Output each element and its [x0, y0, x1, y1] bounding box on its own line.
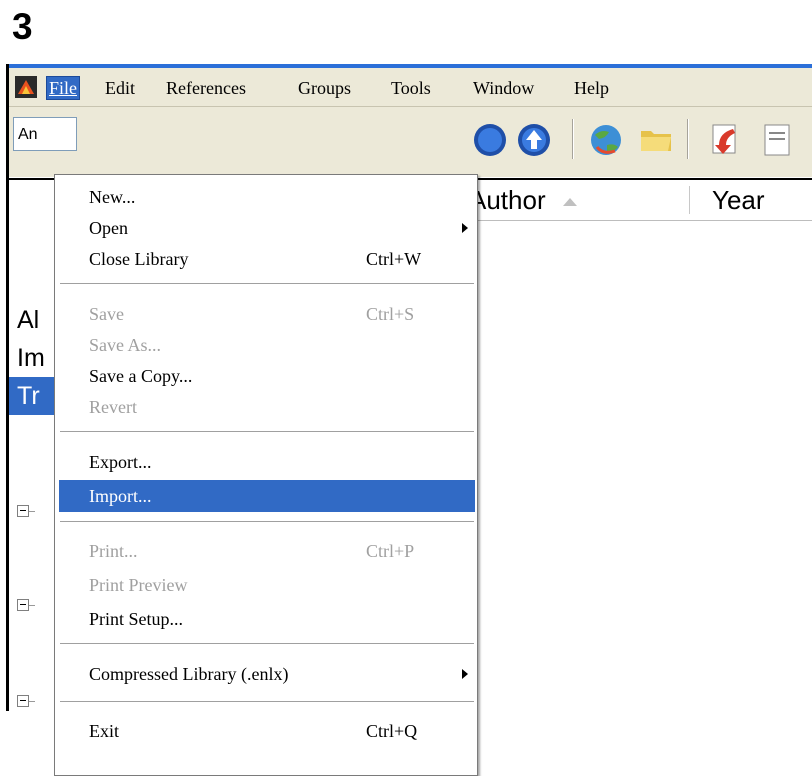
menu-new[interactable]: New...	[59, 181, 475, 213]
menu-file[interactable]: File	[45, 76, 81, 100]
column-author[interactable]: Author	[469, 180, 577, 220]
menu-close-library-label: Close Library	[89, 249, 189, 269]
open-folder-icon[interactable]	[637, 121, 675, 159]
menu-print-setup-label: Print Setup...	[89, 609, 184, 629]
menu-compressed-library[interactable]: Compressed Library (.enlx)	[59, 658, 475, 690]
file-menu-dropdown: New... Open Close Library Ctrl+W Save Ct…	[54, 174, 478, 776]
column-year[interactable]: Year	[712, 180, 765, 220]
go-back-icon[interactable]	[471, 121, 509, 159]
menu-edit[interactable]: Edit	[103, 77, 137, 99]
menu-print-label: Print...	[89, 541, 138, 561]
output-style-select[interactable]: An	[13, 117, 77, 151]
step-number: 3	[12, 6, 33, 47]
menu-references[interactable]: References	[164, 77, 248, 99]
menu-save-a-copy-label: Save a Copy...	[89, 366, 193, 386]
menu-separator	[60, 521, 474, 523]
column-year-label: Year	[712, 185, 765, 215]
toolbar-separator	[687, 119, 689, 159]
tree-connector	[29, 605, 35, 606]
column-divider	[689, 186, 690, 214]
menu-exit[interactable]: Exit Ctrl+Q	[59, 715, 475, 747]
menu-separator	[60, 701, 474, 703]
menu-close-library[interactable]: Close Library Ctrl+W	[59, 243, 475, 275]
menu-tools[interactable]: Tools	[389, 77, 433, 99]
tree-connector	[29, 701, 35, 702]
menu-save-label: Save	[89, 304, 124, 324]
shortcut-print: Ctrl+P	[366, 541, 415, 561]
menu-window[interactable]: Window	[471, 77, 536, 99]
menu-groups-label: Groups	[298, 78, 351, 98]
collapse-group-icon[interactable]	[17, 505, 29, 517]
menu-exit-label: Exit	[89, 721, 119, 741]
menu-new-label: New...	[89, 187, 136, 207]
upload-arrow-icon[interactable]	[515, 121, 553, 159]
menu-separator	[60, 283, 474, 285]
menu-help-label: Help	[574, 78, 609, 98]
menu-print-preview-label: Print Preview	[89, 575, 188, 595]
column-author-label: Author	[469, 185, 546, 215]
menu-file-label: File	[49, 78, 78, 98]
online-search-globe-icon[interactable]	[587, 121, 625, 159]
toolbar-separator	[572, 119, 574, 159]
submenu-arrow-icon	[462, 669, 468, 679]
sort-ascending-icon	[562, 198, 577, 207]
menu-references-label: References	[166, 78, 246, 98]
menu-import-label: Import...	[89, 486, 152, 506]
menu-groups[interactable]: Groups	[296, 77, 353, 99]
menu-save-as-label: Save As...	[89, 335, 161, 355]
menu-tools-label: Tools	[391, 78, 431, 98]
menu-print[interactable]: Print... Ctrl+P	[59, 535, 475, 567]
menu-revert[interactable]: Revert	[59, 391, 475, 423]
menu-print-setup[interactable]: Print Setup...	[59, 603, 475, 635]
tree-connector	[29, 511, 35, 512]
submenu-arrow-icon	[462, 223, 468, 233]
toolbar: An	[9, 107, 812, 177]
menu-help[interactable]: Help	[572, 77, 611, 99]
menu-save-as[interactable]: Save As...	[59, 329, 475, 361]
menu-separator	[60, 431, 474, 433]
import-arrow-icon[interactable]	[705, 121, 743, 159]
menu-revert-label: Revert	[89, 397, 137, 417]
menu-compressed-library-label: Compressed Library (.enlx)	[89, 664, 289, 684]
endnote-window: File Edit References Groups Tools Window…	[6, 64, 812, 776]
shortcut-save: Ctrl+S	[366, 304, 415, 324]
menubar: File Edit References Groups Tools Window…	[9, 68, 812, 107]
menu-window-label: Window	[473, 78, 535, 98]
menu-export[interactable]: Export...	[59, 446, 475, 478]
shortcut-exit: Ctrl+Q	[366, 721, 418, 741]
menu-separator	[60, 643, 474, 645]
collapse-group-icon[interactable]	[17, 695, 29, 707]
menu-import[interactable]: Import...	[59, 480, 475, 512]
endnote-app-icon[interactable]	[15, 76, 37, 98]
menu-open-label: Open	[89, 218, 128, 238]
menu-open[interactable]: Open	[59, 212, 475, 244]
shortcut-close-library: Ctrl+W	[366, 249, 422, 269]
menu-export-label: Export...	[89, 452, 152, 472]
collapse-group-icon[interactable]	[17, 599, 29, 611]
menu-print-preview[interactable]: Print Preview	[59, 569, 475, 601]
menu-edit-label: Edit	[105, 78, 135, 98]
export-document-icon[interactable]	[755, 121, 793, 159]
menu-save[interactable]: Save Ctrl+S	[59, 298, 475, 330]
menu-save-a-copy[interactable]: Save a Copy...	[59, 360, 475, 392]
